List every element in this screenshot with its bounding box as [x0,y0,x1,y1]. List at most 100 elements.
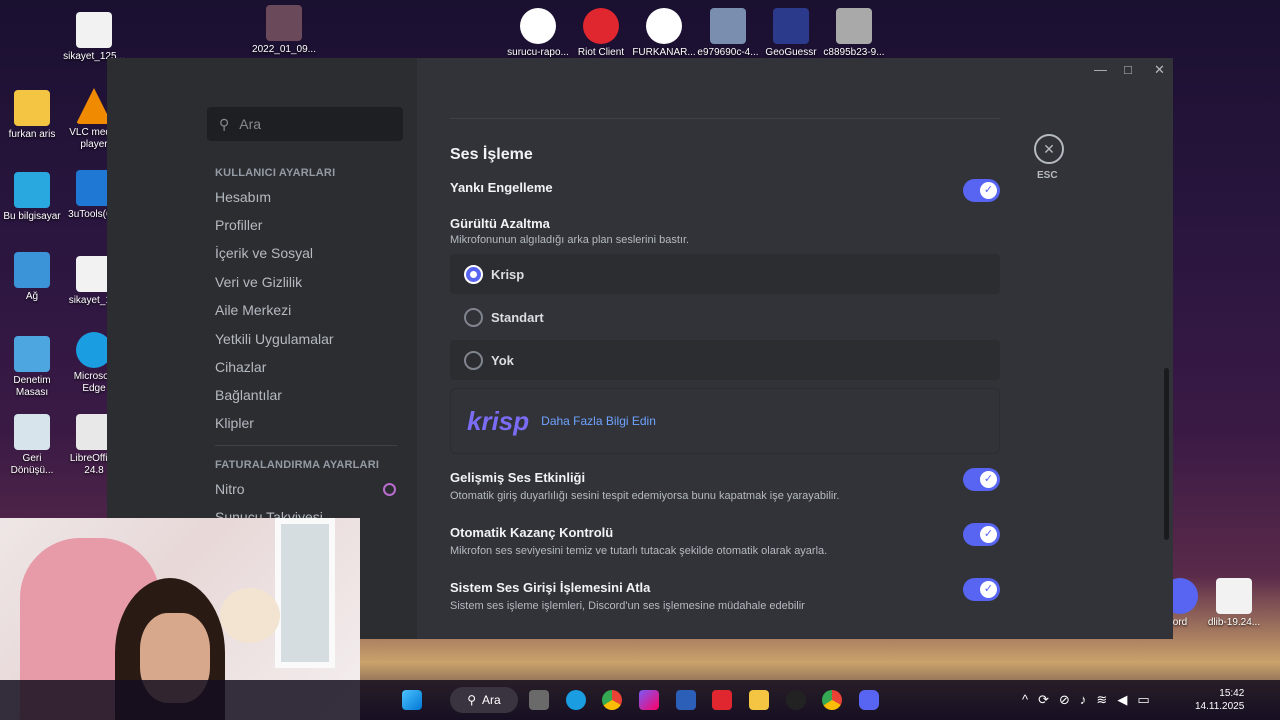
section-title-billing-settings: FATURALANDIRMA AYARLARI [215,459,380,471]
desktop-icon-file[interactable]: FURKANAR... [632,8,696,59]
desktop-icon-riot[interactable]: Riot Client [569,8,633,59]
check-icon: ✓ [980,581,997,598]
desktop-icon-label: Denetim Masası [13,375,51,398]
bypass-system-processing-desc: Sistem ses işleme işlemleri, Discord'un … [450,600,805,612]
sidebar-item-profiles[interactable]: Profiller [215,217,262,233]
desktop-icon-label: Riot Client [577,47,625,58]
sidebar-item-clips[interactable]: Klipler [215,415,254,431]
sidebar-search[interactable]: ⚲ Ara [207,107,403,141]
sync-icon[interactable]: ⟳ [1038,692,1059,707]
search-placeholder: Ara [239,116,262,132]
minimize-button[interactable]: — [1094,62,1107,77]
desktop-icon-label: 2022_01_09... [252,44,316,55]
sidebar-item-authorized-apps[interactable]: Yetkili Uygulamalar [215,331,334,347]
document-icon [76,12,112,48]
radio-unselected-icon [464,350,483,370]
photo-icon [266,5,302,41]
mirror [275,518,335,668]
auto-gain-desc: Mikrofon ses seviyesini temiz ve tutarlı… [450,545,828,557]
desktop-icon-control-panel[interactable]: Denetim Masası [0,336,64,399]
desktop-icon-recycle-bin[interactable]: Geri Dönüşü... [0,414,64,477]
krisp-info-box: krisp Daha Fazla Bilgi Edin [450,388,1000,454]
file-explorer-icon[interactable] [749,690,769,710]
riot-icon[interactable] [712,690,732,710]
check-icon: ✓ [980,471,997,488]
maximize-button[interactable]: □ [1124,62,1132,77]
radio-option-standard[interactable]: Standart [450,297,1000,337]
app-icon[interactable] [786,690,806,710]
noise-suppression-label: Gürültü Azaltma [450,216,550,231]
windows-start-icon[interactable] [402,690,422,710]
bypass-system-processing-label: Sistem Ses Girişi İşlemesini Atla [450,580,651,595]
echo-cancel-toggle[interactable]: ✓ [963,179,1000,202]
chrome-icon[interactable] [602,690,622,710]
sidebar-item-data-privacy[interactable]: Veri ve Gizlilik [215,274,302,290]
desktop-icon-file[interactable]: c8895b23-9... [822,8,886,59]
chevron-up-icon[interactable]: ^ [1022,692,1038,707]
taskbar-clock[interactable]: 15:42 14.11.2025 [1195,687,1244,713]
auto-gain-label: Otomatik Kazanç Kontrolü [450,525,614,540]
microphone-icon[interactable]: ♪ [1080,692,1097,707]
desktop-icon-geoguessr[interactable]: GeoGuessr [759,8,823,59]
desktop-icon-file[interactable]: surucu-rapo... [506,8,570,59]
system-tray[interactable]: ^⟳⊘♪≋◀▭ [1022,692,1160,708]
radio-unselected-icon [464,307,483,327]
chrome-profile-icon[interactable] [822,690,842,710]
battery-icon[interactable]: ▭ [1137,692,1159,707]
desktop-icon-file[interactable]: e979690c-4... [696,8,760,59]
discord-taskbar-icon[interactable] [859,690,879,710]
volume-icon[interactable]: ◀ [1117,692,1137,707]
auto-gain-toggle[interactable]: ✓ [963,523,1000,546]
desktop-icon-folder[interactable]: furkan aris [0,90,64,141]
radio-option-none[interactable]: Yok [450,340,1000,380]
computer-icon [14,172,50,208]
sidebar-item-connections[interactable]: Bağlantılar [215,387,282,403]
voice-settings-content: Ses İşleme Yankı Engelleme ✓ Gürültü Aza… [450,58,1000,639]
task-view-icon[interactable] [529,690,549,710]
riot-client-icon [583,8,619,44]
pdf-icon [520,8,556,44]
sidebar-item-devices[interactable]: Cihazlar [215,359,266,375]
photo-icon [710,8,746,44]
desktop-icon-label: surucu-rapo... [507,47,569,58]
wifi-icon[interactable]: ≋ [1096,692,1117,707]
search-icon: ⚲ [219,115,230,132]
sidebar-item-family-center[interactable]: Aile Merkezi [215,302,291,318]
krisp-learn-more-link[interactable]: Daha Fazla Bilgi Edin [541,414,656,428]
sidebar-item-my-account[interactable]: Hesabım [215,189,271,205]
network-off-icon[interactable]: ⊘ [1059,692,1080,707]
desktop-icon-network[interactable]: Ağ [0,252,64,303]
content-scrollbar[interactable] [1164,368,1169,540]
close-settings-button[interactable]: ✕ [1034,134,1064,164]
sidebar-divider [215,445,397,446]
desktop-icon-label: Ağ [25,291,39,302]
desktop-icon-file[interactable]: sikayet_125... [62,12,126,63]
desktop-icon-file[interactable]: 2022_01_09... [252,5,316,56]
desktop-icon-file[interactable]: dlib-19.24... [1202,578,1266,629]
advanced-voice-activity-label: Gelişmiş Ses Etkinliği [450,470,586,485]
nitro-icon [383,483,396,496]
section-title-user-settings: KULLANICI AYARLARI [215,167,336,179]
desktop-icon-label: Bu bilgisayar [3,211,61,222]
edge-icon[interactable] [566,690,586,710]
desktop-icon-label: FURKANAR... [632,47,696,58]
krisp-logo: krisp [467,405,530,436]
close-window-button[interactable]: ✕ [1154,62,1165,78]
desktop-icon-label: ord [1172,617,1188,628]
advanced-voice-activity-toggle[interactable]: ✓ [963,468,1000,491]
geoguessr-icon [773,8,809,44]
photo-icon [836,8,872,44]
copilot-icon[interactable] [639,690,659,710]
recycle-bin-icon [14,414,50,450]
folder-icon [14,90,50,126]
store-icon[interactable] [676,690,696,710]
taskbar-search[interactable]: ⚲ Ara [450,687,518,713]
desktop-icon-this-pc[interactable]: Bu bilgisayar [0,172,64,223]
radio-option-krisp[interactable]: Krisp [450,254,1000,294]
sidebar-item-nitro[interactable]: Nitro [215,481,245,497]
sidebar-item-content-social[interactable]: İçerik ve Sosyal [215,245,313,261]
bypass-system-processing-toggle[interactable]: ✓ [963,578,1000,601]
plush-toy [220,588,280,643]
desktop-icon-label: dlib-19.24... [1207,617,1261,628]
document-icon [1216,578,1252,614]
